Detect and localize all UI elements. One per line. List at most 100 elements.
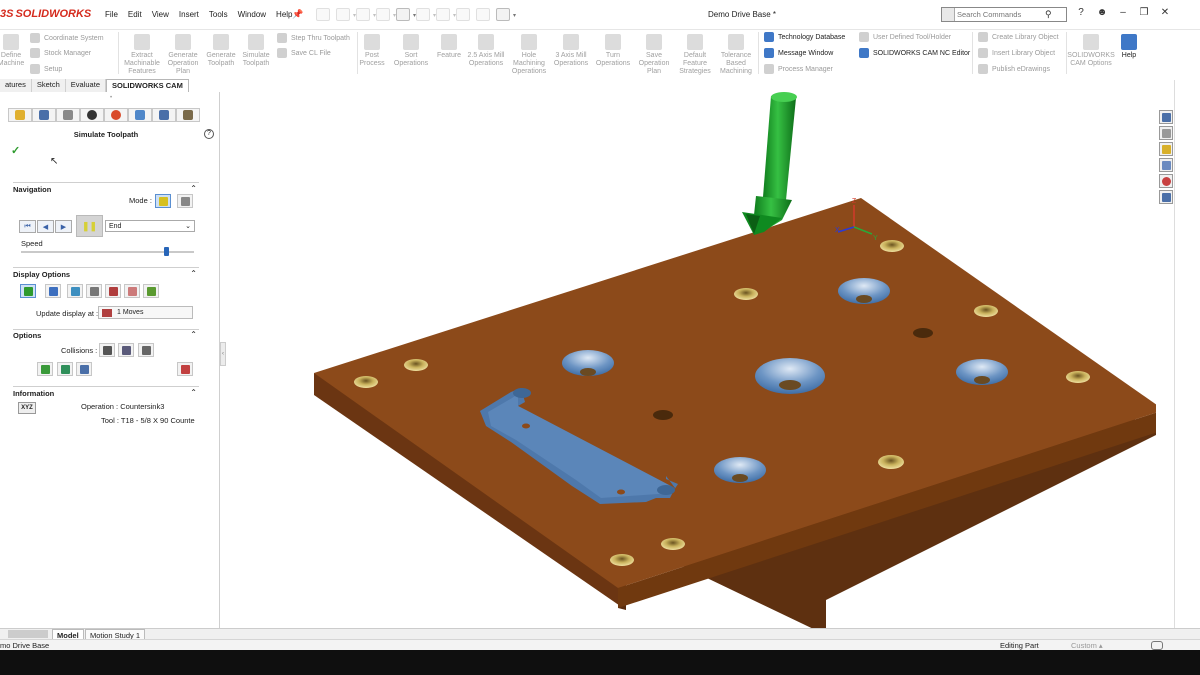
help-button[interactable]: Help bbox=[1118, 34, 1140, 60]
appearances-icon[interactable] bbox=[1159, 174, 1173, 188]
update-display-field[interactable]: 1 Moves bbox=[98, 306, 193, 319]
configuration-tab[interactable] bbox=[56, 108, 80, 122]
open-file-icon[interactable]: ▾ bbox=[356, 8, 376, 21]
tab-solidworks-cam[interactable]: SOLIDWORKS CAM bbox=[105, 79, 189, 92]
help-icon[interactable]: ? bbox=[1075, 7, 1087, 18]
tool-settings-icon[interactable] bbox=[177, 362, 193, 376]
gear-icon[interactable]: ▾ bbox=[496, 8, 516, 21]
turn-operations-button[interactable]: Turn Operations bbox=[595, 34, 631, 68]
show-stock-icon[interactable] bbox=[20, 284, 36, 298]
panel-grip-icon[interactable]: • bbox=[110, 95, 112, 101]
generate-toolpath-button[interactable]: Generate Toolpath bbox=[203, 34, 239, 68]
hole-machining-button[interactable]: Hole Machining Operations bbox=[508, 34, 550, 76]
search-commands[interactable]: ⚲ bbox=[941, 7, 1067, 22]
collapse-icon[interactable]: ⌃ bbox=[190, 388, 197, 397]
rewind-icon[interactable]: ⏮ bbox=[19, 220, 36, 233]
collapse-icon[interactable]: ⌃ bbox=[190, 184, 197, 193]
show-tool-icon[interactable] bbox=[86, 284, 102, 298]
search-input[interactable] bbox=[957, 10, 1045, 19]
speed-slider-knob[interactable] bbox=[164, 247, 170, 256]
cam-operation-tree-tab[interactable] bbox=[128, 108, 152, 122]
tab-scroll-arrows[interactable] bbox=[8, 630, 48, 638]
chat-icon[interactable] bbox=[1151, 641, 1163, 650]
file-explorer-icon[interactable] bbox=[1159, 142, 1173, 156]
show-toolpath-icon[interactable] bbox=[105, 284, 121, 298]
collapse-icon[interactable]: ⌃ bbox=[190, 330, 197, 339]
tab-features[interactable]: atures bbox=[0, 79, 32, 92]
sort-operations-button[interactable]: Sort Operations bbox=[391, 34, 431, 68]
show-gouges-icon[interactable] bbox=[124, 284, 140, 298]
insert-library-button[interactable]: Insert Library Object bbox=[978, 48, 1055, 58]
user-icon[interactable]: ☻ bbox=[1096, 7, 1108, 18]
options-section-header[interactable]: Options ⌃ bbox=[13, 330, 199, 341]
restore-icon[interactable]: ❐ bbox=[1138, 7, 1150, 18]
save-plan-button[interactable]: Save Operation Plan bbox=[634, 34, 674, 76]
collision-check-icon[interactable] bbox=[99, 343, 115, 357]
search-scope-icon[interactable] bbox=[942, 8, 955, 21]
home-icon[interactable] bbox=[316, 8, 330, 21]
ok-check-icon[interactable]: ✓ bbox=[11, 144, 20, 157]
default-strategies-button[interactable]: Default Feature Strategies bbox=[676, 34, 714, 76]
create-library-button[interactable]: Create Library Object bbox=[978, 32, 1059, 42]
step-thru-button[interactable]: Step Thru Toolpath bbox=[277, 33, 350, 43]
technology-database-button[interactable]: Technology Database bbox=[764, 32, 845, 42]
menu-tools[interactable]: Tools bbox=[204, 10, 233, 19]
information-section-header[interactable]: Information ⌃ bbox=[13, 388, 199, 399]
simulate-toolpath-button[interactable]: Simulate Toolpath bbox=[239, 34, 273, 68]
user-tool-button[interactable]: User Defined Tool/Holder bbox=[859, 32, 951, 42]
navigation-section-header[interactable]: Navigation ⌃ bbox=[13, 184, 199, 195]
minimize-icon[interactable]: – bbox=[1117, 7, 1129, 18]
tab-sketch[interactable]: Sketch bbox=[31, 79, 66, 92]
nc-editor-button[interactable]: SOLIDWORKS CAM NC Editor bbox=[859, 48, 970, 58]
extract-features-button[interactable]: Extract Machinable Features bbox=[122, 34, 162, 76]
new-file-icon[interactable]: ▾ bbox=[336, 8, 356, 21]
search-icon[interactable]: ⚲ bbox=[1045, 9, 1052, 20]
feature-button[interactable]: Feature bbox=[434, 34, 464, 60]
menu-file[interactable]: File bbox=[100, 10, 123, 19]
rebuild-icon[interactable] bbox=[456, 8, 470, 21]
coordinate-system-button[interactable]: Coordinate System bbox=[30, 33, 104, 43]
mill-3-button[interactable]: 3 Axis Mill Operations bbox=[551, 34, 591, 68]
process-manager-button[interactable]: Process Manager bbox=[764, 64, 833, 74]
show-difference-icon[interactable] bbox=[143, 284, 159, 298]
units-select[interactable]: Custom ▴ bbox=[1071, 641, 1103, 650]
print-icon[interactable]: ▾ bbox=[396, 8, 416, 21]
select-icon[interactable]: ▾ bbox=[436, 8, 456, 21]
run-to-select[interactable]: End ⌄ bbox=[105, 220, 195, 232]
show-part-icon[interactable] bbox=[67, 284, 83, 298]
pause-button[interactable]: ❚❚ bbox=[76, 215, 103, 237]
cam-options-button[interactable]: SOLIDWORKS CAM Options bbox=[1067, 34, 1115, 68]
collapse-icon[interactable]: ⌃ bbox=[190, 269, 197, 278]
save-stl-icon[interactable] bbox=[57, 362, 73, 376]
mode-step-icon[interactable] bbox=[177, 194, 193, 208]
cam-tool-tree-tab[interactable] bbox=[152, 108, 176, 122]
tbm-button[interactable]: Tolerance Based Machining bbox=[716, 34, 756, 76]
menu-insert[interactable]: Insert bbox=[174, 10, 204, 19]
file-properties-icon[interactable] bbox=[476, 8, 490, 21]
close-icon[interactable]: ✕ bbox=[1159, 7, 1171, 18]
setup-button[interactable]: Setup bbox=[30, 64, 62, 74]
translucent-stock-icon[interactable] bbox=[45, 284, 61, 298]
home-icon[interactable] bbox=[1159, 110, 1173, 124]
save-jpg-icon[interactable] bbox=[76, 362, 92, 376]
save-stock-icon[interactable] bbox=[37, 362, 53, 376]
custom-properties-icon[interactable] bbox=[1159, 190, 1173, 204]
undo-icon[interactable]: ▾ bbox=[416, 8, 436, 21]
xyz-icon[interactable]: XYZ bbox=[18, 402, 36, 414]
publish-edrawings-button[interactable]: Publish eDrawings bbox=[978, 64, 1050, 74]
menu-window[interactable]: Window bbox=[233, 10, 271, 19]
design-library-icon[interactable] bbox=[1159, 126, 1173, 140]
cam-feature-tree-tab[interactable] bbox=[8, 108, 32, 122]
define-machine-button[interactable]: Define Machine bbox=[0, 34, 24, 68]
generate-plan-button[interactable]: Generate Operation Plan bbox=[164, 34, 202, 76]
collision-report-icon[interactable] bbox=[138, 343, 154, 357]
message-window-button[interactable]: Message Window bbox=[764, 48, 833, 58]
cam-machine-tab[interactable] bbox=[176, 108, 200, 122]
post-process-button[interactable]: Post Process bbox=[359, 34, 385, 68]
mill-25-button[interactable]: 2.5 Axis Mill Operations bbox=[466, 34, 506, 68]
menu-edit[interactable]: Edit bbox=[123, 10, 147, 19]
step-forward-icon[interactable]: ▶ bbox=[55, 220, 72, 233]
tab-evaluate[interactable]: Evaluate bbox=[65, 79, 106, 92]
step-back-icon[interactable]: ◀ bbox=[37, 220, 54, 233]
stock-manager-button[interactable]: Stock Manager bbox=[30, 48, 91, 58]
